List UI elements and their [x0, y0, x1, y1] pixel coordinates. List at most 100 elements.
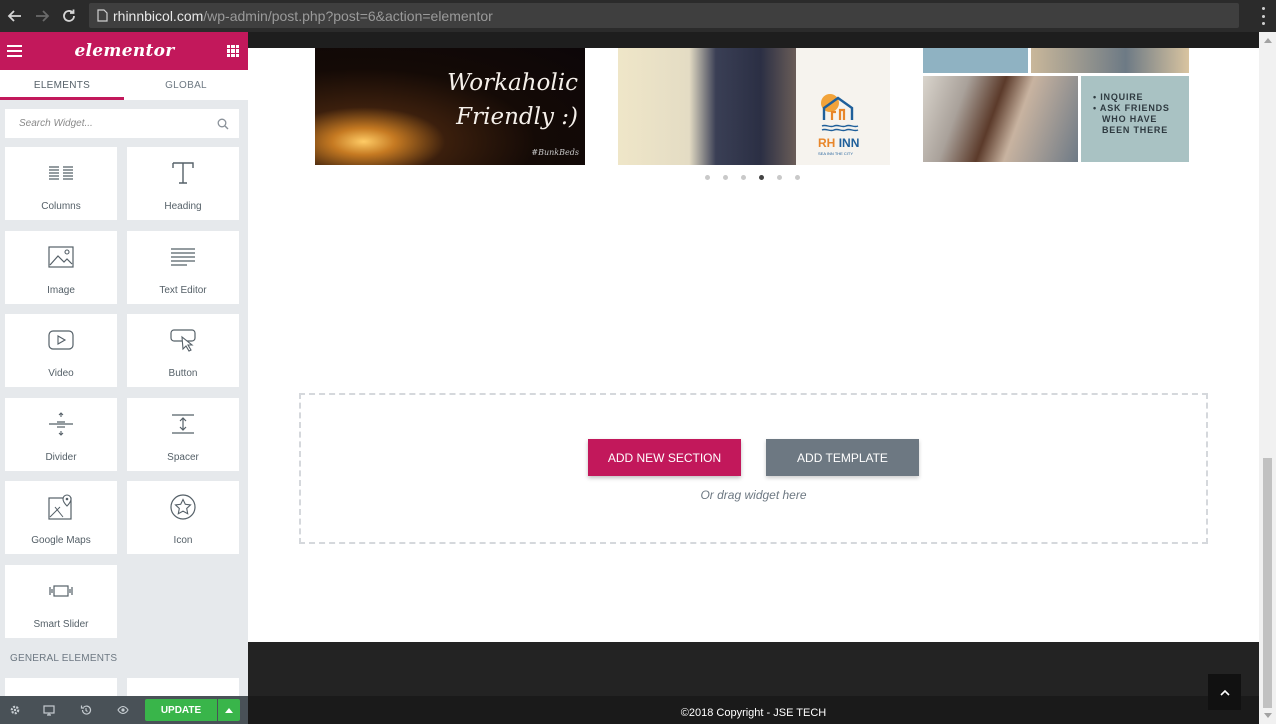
carousel-dot[interactable] [777, 175, 782, 180]
brand-name-part: INN [838, 136, 860, 150]
preview-button[interactable] [104, 696, 141, 724]
reload-icon [63, 9, 75, 22]
settings-button[interactable] [0, 696, 30, 724]
widget-label: Columns [41, 201, 81, 212]
widget-columns[interactable]: Columns [5, 147, 117, 220]
widget-video[interactable]: Video [5, 314, 117, 387]
settings-icon [10, 705, 20, 715]
carousel-pagination [705, 175, 800, 180]
add-template-button[interactable]: ADD TEMPLATE [766, 439, 919, 476]
widget-label: Divider [45, 452, 77, 463]
copyright-text: ©2018 Copyright - JSE TECH [680, 707, 827, 719]
update-button[interactable]: UPDATE [145, 699, 217, 721]
history-button[interactable] [67, 696, 104, 724]
slide-title-line: Workaholic [447, 70, 578, 96]
back-to-top-button[interactable] [1208, 674, 1241, 710]
drag-widget-hint: Or drag widget here [700, 488, 807, 502]
back-arrow-icon [7, 10, 21, 22]
widget-label: Icon [173, 535, 193, 546]
caret-up-icon [225, 708, 233, 713]
chevron-up-icon [1219, 689, 1230, 696]
widget-smart-slider[interactable]: Smart Slider [5, 565, 117, 638]
carousel-dot[interactable] [741, 175, 746, 180]
url-path: /wp-admin/post.php?post=6&action=element… [203, 7, 493, 24]
widgets-grid-icon[interactable] [226, 45, 239, 57]
widget-button[interactable]: Button [127, 314, 239, 387]
url-host: rhinnbicol.com [113, 7, 204, 24]
panel-header: elementor [0, 32, 248, 70]
rh-inn-logo: RH INN SEA INN THE CITY [818, 90, 870, 156]
carousel-dot[interactable] [723, 175, 728, 180]
smart-slider-icon [46, 576, 76, 606]
columns-icon [46, 158, 76, 188]
widget-label: Button [168, 368, 198, 379]
hamburger-menu-icon[interactable] [7, 45, 22, 57]
widget-search [5, 109, 239, 138]
divider-icon [46, 409, 76, 439]
search-icon [217, 118, 229, 129]
spacer-icon [168, 409, 198, 439]
widget-text-editor[interactable]: Text Editor [127, 231, 239, 304]
elementor-logo: elementor [74, 41, 175, 61]
widget-label: Image [47, 285, 75, 296]
widget-icon[interactable]: Icon [127, 481, 239, 554]
responsive-mode-button[interactable] [30, 696, 67, 724]
browser-toolbar: rhinnbicol.com/wp-admin/post.php?post=6&… [0, 0, 1276, 32]
star-icon [168, 492, 198, 522]
forward-button[interactable] [30, 4, 54, 28]
widget-spacer[interactable]: Spacer [127, 398, 239, 471]
heading-icon [168, 158, 198, 188]
widget-label: Smart Slider [33, 619, 89, 630]
carousel-slide[interactable]: • INQUIRE • ASK FRIENDS WHO HAVE BEEN TH… [923, 48, 1189, 162]
browser-menu-icon[interactable] [1260, 7, 1266, 25]
scroll-up-icon[interactable] [1264, 38, 1272, 43]
slide-text-line: BEEN THERE [1102, 125, 1169, 135]
slide-title: Workaholic Friendly :) [447, 66, 578, 134]
brand-name: RH INN [818, 136, 859, 150]
widget-partial[interactable] [5, 678, 117, 698]
save-options-button[interactable] [218, 699, 240, 721]
address-bar[interactable]: rhinnbicol.com/wp-admin/post.php?post=6&… [89, 3, 1239, 28]
slide-photo [1031, 48, 1189, 73]
carousel-slide[interactable]: RH INN SEA INN THE CITY [618, 48, 890, 165]
widget-divider[interactable]: Divider [5, 398, 117, 471]
carousel-dot[interactable] [795, 175, 800, 180]
widget-google-maps[interactable]: Google Maps [5, 481, 117, 554]
slide-hashtag: #BunkBeds [531, 148, 579, 157]
carousel-dot[interactable] [705, 175, 710, 180]
header-strip [248, 32, 1259, 48]
back-button[interactable] [3, 4, 27, 28]
general-elements-heading: GENERAL ELEMENTS [10, 653, 118, 664]
page-scrollbar[interactable] [1259, 32, 1276, 724]
slide-title-line: Friendly :) [456, 104, 578, 130]
google-maps-icon [46, 492, 76, 522]
tab-global[interactable]: GLOBAL [124, 70, 248, 100]
carousel-dot[interactable] [759, 175, 764, 180]
slide-photo [618, 48, 796, 165]
scrollbar-thumb[interactable] [1263, 458, 1272, 708]
reload-button[interactable] [57, 4, 81, 28]
widget-label: Heading [164, 201, 202, 212]
widget-image[interactable]: Image [5, 231, 117, 304]
brand-name-part: RH [818, 136, 836, 150]
slide-text-line: • INQUIRE [1093, 92, 1144, 102]
widget-label: Spacer [167, 452, 199, 463]
text-editor-icon [168, 242, 198, 272]
image-icon [46, 242, 76, 272]
add-section-dropzone[interactable]: ADD NEW SECTION ADD TEMPLATE Or drag wid… [299, 393, 1208, 544]
inn-house-icon [821, 94, 859, 132]
preview-eye-icon [116, 705, 129, 715]
search-widget-input[interactable] [19, 118, 217, 129]
responsive-icon [42, 705, 55, 716]
widget-partial[interactable] [127, 678, 239, 698]
scroll-down-icon[interactable] [1264, 713, 1272, 718]
slide-photo [923, 76, 1078, 162]
slide-text-panel: • INQUIRE • ASK FRIENDS WHO HAVE BEEN TH… [1081, 76, 1189, 162]
widget-heading[interactable]: Heading [127, 147, 239, 220]
history-icon [80, 705, 91, 715]
tab-elements[interactable]: ELEMENTS [0, 70, 124, 100]
add-new-section-button[interactable]: ADD NEW SECTION [588, 439, 741, 476]
elementor-panel: elementor ELEMENTS GLOBAL Columns Headin… [0, 32, 248, 724]
button-icon [168, 325, 198, 355]
carousel-slide[interactable]: Workaholic Friendly :) #BunkBeds [315, 48, 585, 165]
